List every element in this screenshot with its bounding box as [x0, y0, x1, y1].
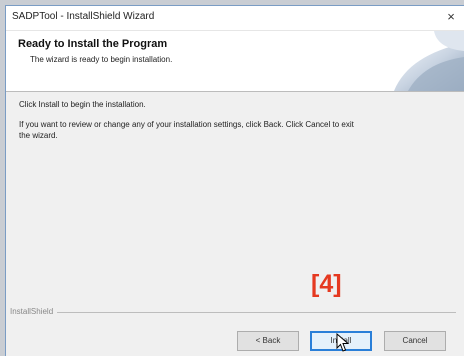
back-button[interactable]: < Back: [237, 331, 299, 351]
window-title: SADPTool - InstallShield Wizard: [12, 11, 155, 22]
review-text: If you want to review or change any of y…: [19, 120, 354, 129]
page-subtitle: The wizard is ready to begin installatio…: [30, 55, 173, 64]
footer-divider: [10, 312, 456, 313]
step-annotation: [4]: [311, 270, 342, 298]
mouse-pointer-icon: [336, 333, 350, 352]
instruction-text: Click Install to begin the installation.: [19, 100, 146, 109]
review-text-continued: the wizard.: [19, 131, 58, 140]
installshield-swirl-icon: [394, 31, 464, 91]
page-title: Ready to Install the Program: [18, 38, 168, 50]
installshield-brand: InstallShield: [10, 307, 58, 316]
close-icon[interactable]: ×: [444, 10, 458, 24]
wizard-header: Ready to Install the Program The wizard …: [6, 31, 464, 92]
title-bar[interactable]: SADPTool - InstallShield Wizard ×: [6, 6, 464, 31]
installshield-wizard-window: SADPTool - InstallShield Wizard × Ready …: [5, 5, 464, 356]
cancel-button[interactable]: Cancel: [384, 331, 446, 351]
